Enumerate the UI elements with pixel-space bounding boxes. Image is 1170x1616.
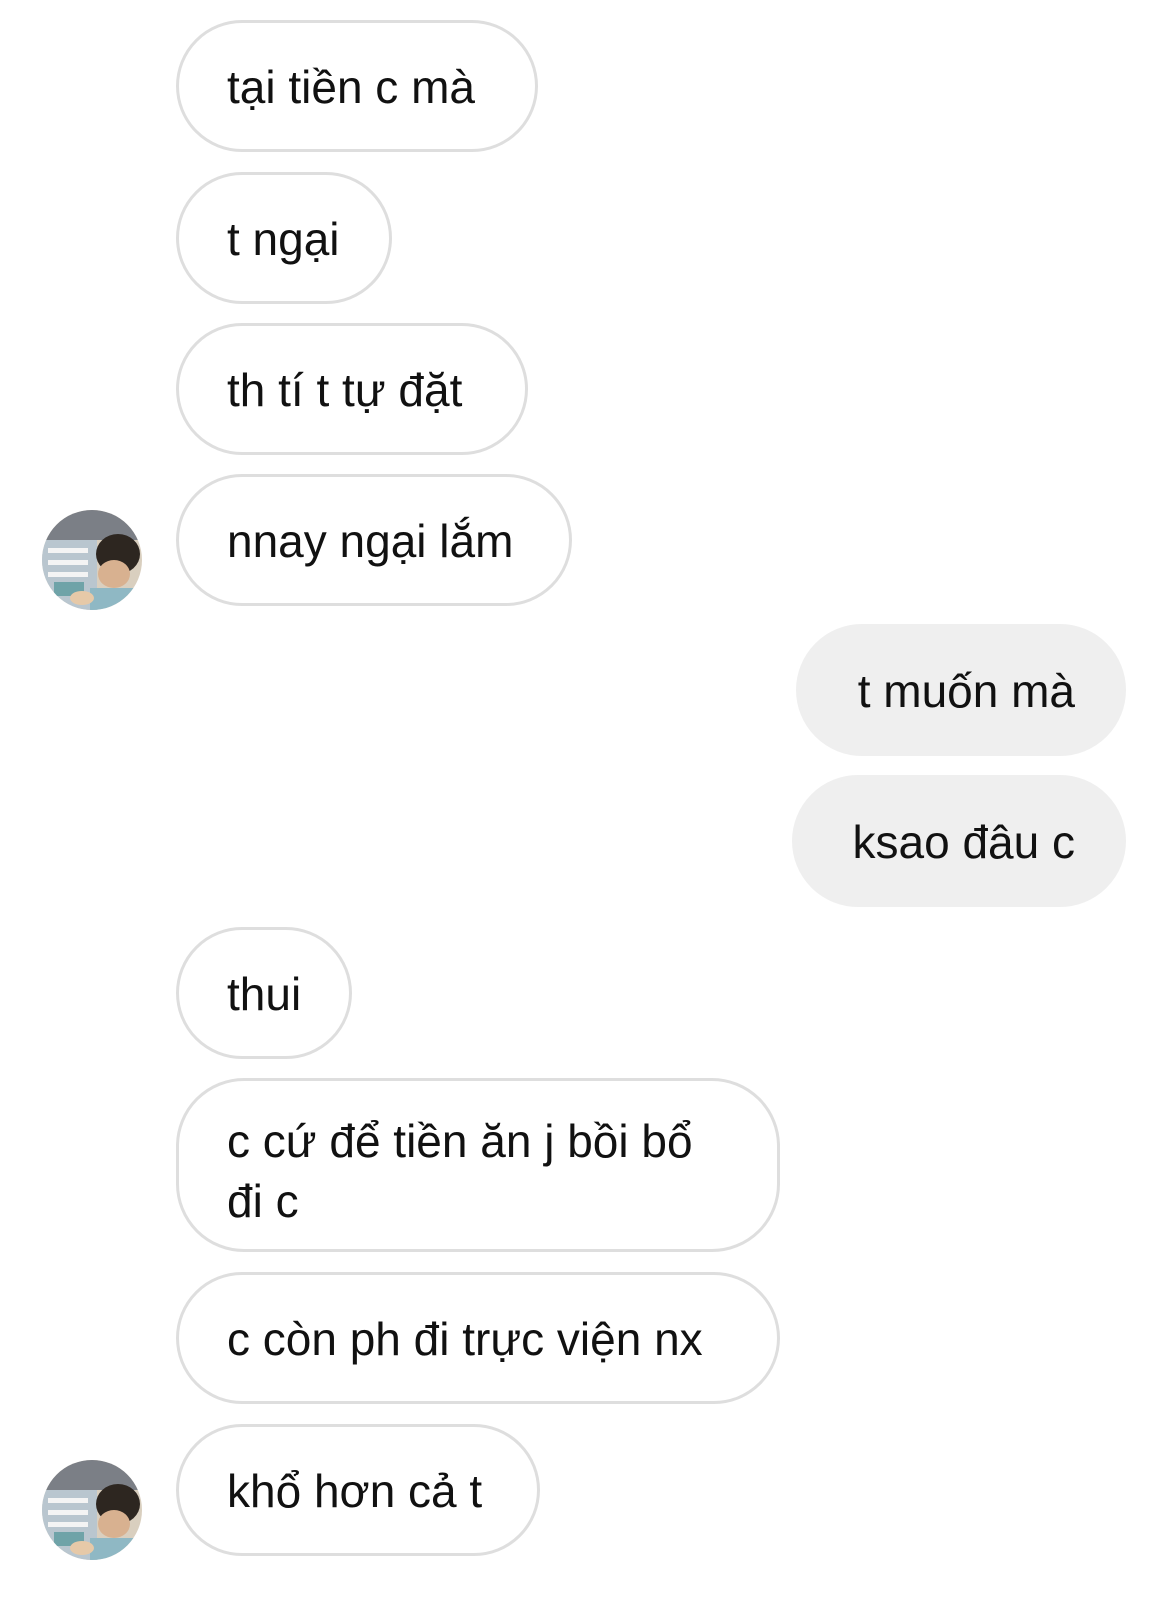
message-bubble-incoming[interactable]: thui bbox=[176, 927, 352, 1059]
avatar-photo-icon bbox=[42, 1460, 142, 1560]
message-bubble-incoming[interactable]: c cứ để tiền ăn j bồi bổ đi c bbox=[176, 1078, 780, 1252]
message-text: thui bbox=[227, 968, 302, 1020]
message-text: khổ hơn cả t bbox=[227, 1465, 483, 1517]
message-text: th tí t tự đặt bbox=[227, 364, 463, 416]
message-text: nnay ngại lắm bbox=[227, 515, 514, 567]
message-bubble-incoming[interactable]: khổ hơn cả t bbox=[176, 1424, 540, 1556]
message-text: tại tiền c mà bbox=[227, 61, 475, 113]
message-bubble-incoming[interactable]: c còn ph đi trực viện nx bbox=[176, 1272, 780, 1404]
avatar-photo-icon bbox=[42, 510, 142, 610]
message-bubble-incoming[interactable]: nnay ngại lắm bbox=[176, 474, 572, 606]
message-bubble-outgoing[interactable]: ksao đâu c bbox=[792, 775, 1126, 907]
message-text: c cứ để tiền ăn j bồi bổ đi c bbox=[227, 1115, 693, 1227]
message-text: t muốn mà bbox=[857, 665, 1075, 717]
message-bubble-outgoing[interactable]: t muốn mà bbox=[796, 624, 1126, 756]
message-text: t ngại bbox=[227, 213, 340, 265]
message-text: c còn ph đi trực viện nx bbox=[227, 1313, 703, 1365]
contact-avatar[interactable] bbox=[42, 1460, 142, 1560]
message-text: ksao đâu c bbox=[852, 816, 1075, 868]
message-bubble-incoming[interactable]: th tí t tự đặt bbox=[176, 323, 528, 455]
contact-avatar[interactable] bbox=[42, 510, 142, 610]
message-bubble-incoming[interactable]: t ngại bbox=[176, 172, 392, 304]
message-bubble-incoming[interactable]: tại tiền c mà bbox=[176, 20, 538, 152]
